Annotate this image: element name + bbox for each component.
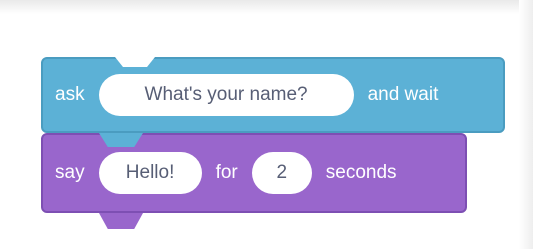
panel-edge bbox=[519, 0, 533, 249]
for-keyword: for bbox=[215, 162, 238, 183]
say-keyword: say bbox=[55, 162, 85, 183]
seconds-keyword: seconds bbox=[325, 162, 397, 183]
message-input[interactable]: Hello! bbox=[98, 152, 202, 194]
say-for-seconds-block[interactable]: say Hello! for 2 seconds bbox=[41, 133, 467, 229]
question-input[interactable]: What's your name? bbox=[98, 74, 354, 116]
seconds-input[interactable]: 2 bbox=[251, 152, 312, 194]
panel-edge bbox=[0, 0, 533, 14]
block-connector-tab bbox=[99, 213, 143, 229]
ask-keyword: ask bbox=[55, 84, 85, 105]
and-wait-keyword: and wait bbox=[367, 84, 439, 105]
ask-and-wait-block[interactable]: ask What's your name? and wait bbox=[41, 57, 505, 147]
scripts-area: say Hello! for 2 seconds ask What's your… bbox=[0, 0, 533, 249]
block-connector-notch bbox=[115, 57, 155, 67]
